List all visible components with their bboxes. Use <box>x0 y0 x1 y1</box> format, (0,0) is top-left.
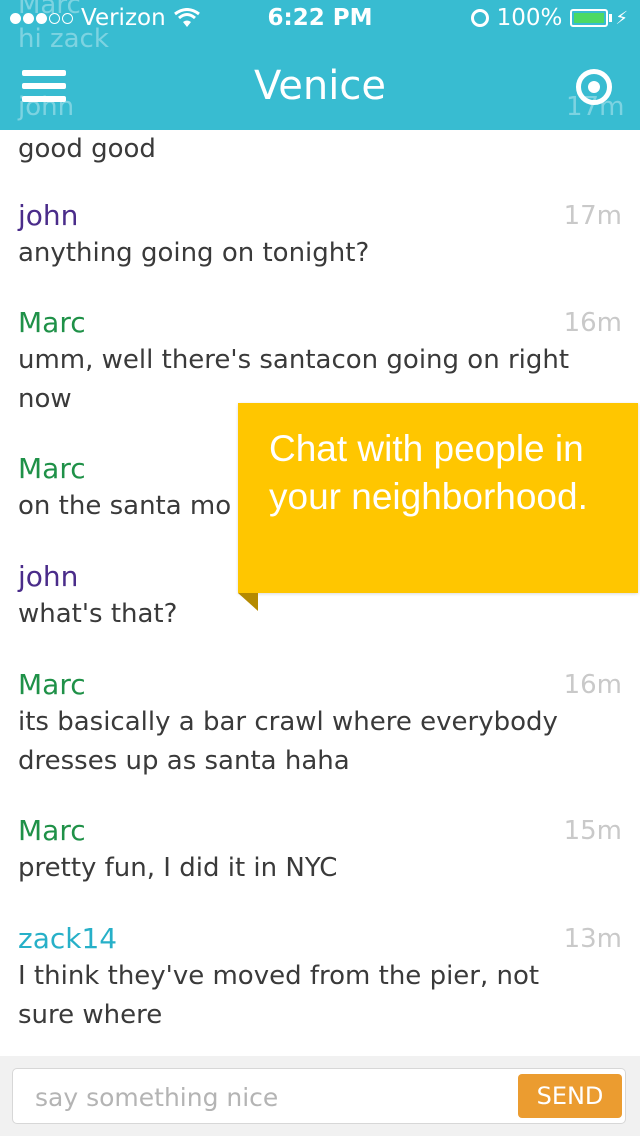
message-text: pretty fun, I did it in NYC <box>18 853 338 883</box>
status-right: 100% ⚡ <box>470 5 628 31</box>
message-input[interactable] <box>33 1077 507 1117</box>
status-bar: Verizon 6:22 PM 100% ⚡ <box>0 0 640 40</box>
message-author[interactable]: Marc <box>18 813 622 849</box>
message-item: zack14 13m I think they've moved from th… <box>18 921 622 1035</box>
message-time: 13m <box>563 924 622 954</box>
onboarding-tooltip[interactable]: Chat with people in your neighborhood. <box>238 403 638 593</box>
battery-percent: 100% <box>496 5 563 31</box>
location-target-icon[interactable] <box>576 69 612 105</box>
message-author[interactable]: john <box>18 198 622 234</box>
message-text: what's that? <box>18 599 178 629</box>
message-author[interactable]: zack14 <box>18 921 622 957</box>
tooltip-text: Chat with people in your neighborhood. <box>269 428 588 517</box>
message-item: Marc 16m umm, well there's santacon goin… <box>18 305 622 419</box>
message-item: Marc 15m pretty fun, I did it in NYC <box>18 813 622 888</box>
message-text: I think they've moved from the pier, not… <box>18 961 540 1030</box>
message-text: its basically a bar crawl where everybod… <box>18 707 558 776</box>
message-author[interactable]: Marc <box>18 667 622 703</box>
send-button[interactable]: SEND <box>518 1074 622 1118</box>
page-title: Venice <box>254 63 386 109</box>
message-time: 17m <box>563 201 622 231</box>
message-author[interactable]: Marc <box>18 305 622 341</box>
message-item: john 17m anything going on tonight? <box>18 198 622 273</box>
tooltip-pointer <box>238 593 258 611</box>
message-item: good good <box>18 130 622 169</box>
message-text: good good <box>18 134 156 164</box>
battery-icon <box>570 9 609 27</box>
message-item: Marc 16m its basically a bar crawl where… <box>18 667 622 781</box>
message-time: 16m <box>563 670 622 700</box>
hamburger-menu-icon[interactable] <box>22 70 66 106</box>
battery-tip-icon <box>609 14 613 22</box>
message-time: 16m <box>563 308 622 338</box>
message-text: anything going on tonight? <box>18 238 370 268</box>
charging-bolt-icon: ⚡ <box>615 7 628 29</box>
message-time: 15m <box>563 816 622 846</box>
alarm-icon <box>470 9 489 27</box>
nav-bar: Marc hi zack john 17m Verizon 6:22 PM 10… <box>0 0 640 130</box>
